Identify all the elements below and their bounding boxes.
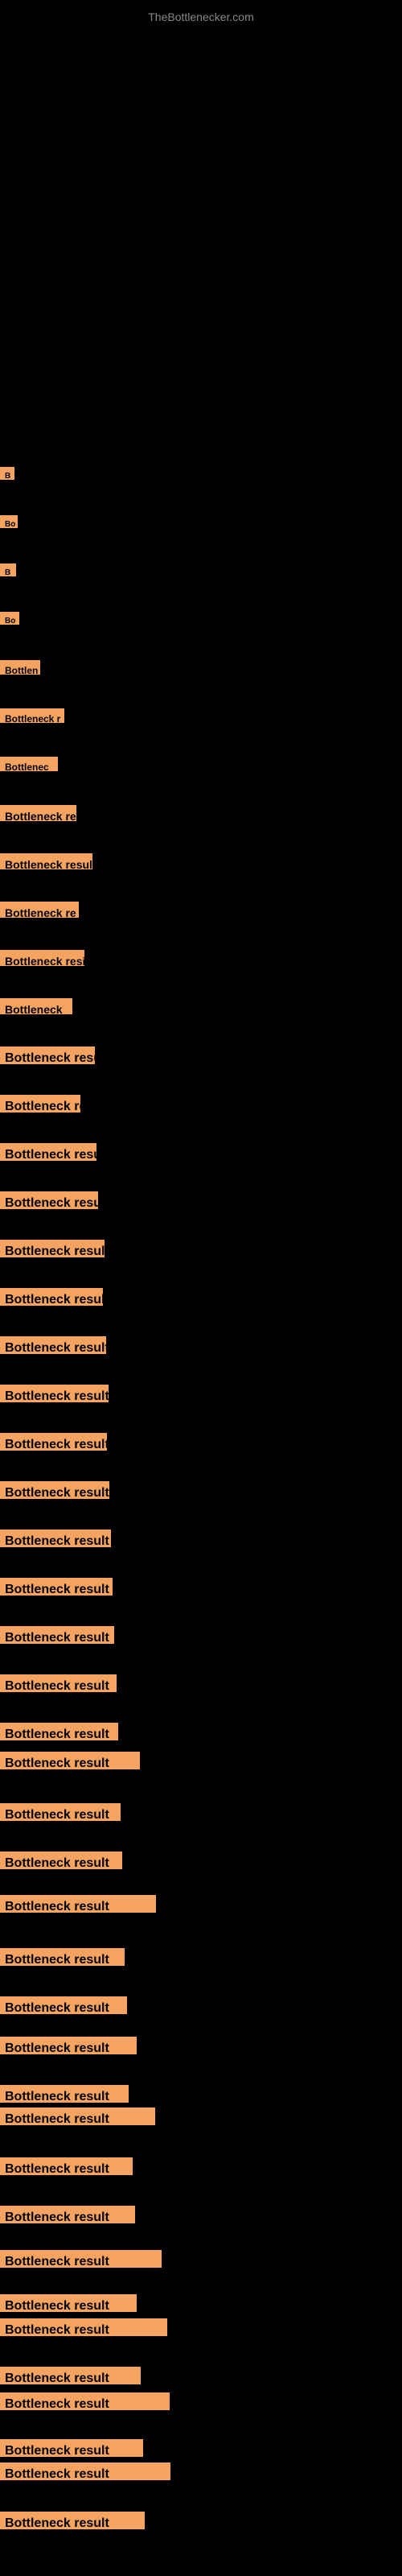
bar-item: Bottleneck result — [0, 1803, 121, 1821]
bar-item: Bottleneck resi — [0, 950, 84, 966]
bar-label: Bottleneck result — [0, 1626, 114, 1644]
bar-label: Bottleneck result — [0, 1852, 122, 1869]
bar-item: Bottlenec — [0, 757, 58, 771]
bar-label: Bottleneck result — [0, 2157, 133, 2175]
bar-label: Bottlenec — [0, 757, 58, 771]
bar-item: Bottleneck r — [0, 708, 64, 723]
bar-item: Bottleneck result — [0, 2085, 129, 2103]
bar-label: Bottleneck result — [0, 2462, 170, 2480]
bar-label: Bottleneck result — [0, 1996, 127, 2014]
bar-item: Bottleneck result — [0, 2250, 162, 2268]
bar-item: Bottleneck result — [0, 1852, 122, 1869]
bar-label: Bottleneck result — [0, 1433, 107, 1451]
bar-item: Bottleneck result — [0, 1385, 109, 1402]
bar-label: B — [0, 467, 14, 480]
bar-item: Bottleneck result — [0, 1481, 109, 1499]
bar-item: Bottleneck result — [0, 2512, 145, 2529]
bar-label: Bottleneck result — [0, 1803, 121, 1821]
bar-item: Bo — [0, 515, 18, 528]
bar-label: Bottleneck result — [0, 1191, 98, 1209]
bar-item: Bottleneck result — [0, 1433, 107, 1451]
bar-label: Bottleneck result — [0, 1481, 109, 1499]
bar-label: Bottleneck result — [0, 2367, 141, 2384]
bar-label: Bottleneck result — [0, 1288, 103, 1306]
bar-label: Bottleneck result — [0, 1752, 140, 1769]
bar-item: Bottleneck result — [0, 1895, 156, 1913]
bar-label: Bottleneck result — [0, 2085, 129, 2103]
bar-label: Bottleneck result — [0, 2206, 135, 2223]
bar-label: Bottleneck result — [0, 2439, 143, 2457]
bar-item: Bottleneck result — [0, 2206, 135, 2223]
bar-item: Bottleneck result — [0, 1578, 113, 1596]
bar-label: Bo — [0, 515, 18, 528]
bar-item: Bottleneck resul — [0, 853, 92, 869]
bar-item: Bottleneck — [0, 998, 72, 1014]
bar-item: Bottleneck result — [0, 1336, 106, 1354]
bar-label: Bottleneck result — [0, 1674, 117, 1692]
bar-item: Bottleneck result — [0, 1143, 96, 1161]
bar-item: Bottlen — [0, 660, 40, 675]
bar-item: Bottleneck result — [0, 1288, 103, 1306]
bar-item: B — [0, 467, 14, 480]
bar-item: B — [0, 564, 16, 576]
bar-label: Bottleneck result — [0, 1046, 95, 1064]
bar-item: Bottleneck result — [0, 2318, 167, 2336]
bar-label: Bottleneck res — [0, 1095, 80, 1113]
bar-label: Bottleneck result — [0, 1895, 156, 1913]
bar-label: Bottleneck result — [0, 1723, 118, 1740]
bar-label: Bottleneck result — [0, 1240, 105, 1257]
bar-label: Bottleneck resul — [0, 853, 92, 869]
bar-label: Bottleneck result — [0, 1948, 125, 1966]
bar-label: Bottleneck result — [0, 2250, 162, 2268]
bar-item: Bo — [0, 612, 19, 625]
bar-label: Bottleneck resi — [0, 950, 84, 966]
bar-item: Bottleneck result — [0, 2462, 170, 2480]
bar-item: Bottleneck result — [0, 2157, 133, 2175]
bar-item: Bottleneck re — [0, 805, 76, 821]
bar-label: Bottleneck — [0, 998, 72, 1014]
bar-item: Bottleneck result — [0, 1723, 118, 1740]
bar-label: Bottleneck result — [0, 2512, 145, 2529]
bar-item: Bottleneck re — [0, 902, 79, 918]
bar-label: B — [0, 564, 16, 576]
bar-item: Bottleneck result — [0, 2037, 137, 2054]
bar-item: Bottleneck result — [0, 2107, 155, 2125]
bar-item: Bottleneck result — [0, 1626, 114, 1644]
bar-item: Bottleneck result — [0, 1948, 125, 1966]
bar-label: Bottleneck result — [0, 2392, 170, 2410]
bar-label: Bottleneck re — [0, 805, 76, 821]
site-title: TheBottlenecker.com — [0, 4, 402, 30]
bar-item: Bottleneck res — [0, 1095, 80, 1113]
bar-label: Bottlen — [0, 660, 40, 675]
bar-item: Bottleneck result — [0, 2367, 141, 2384]
bar-label: Bottleneck result — [0, 2318, 167, 2336]
bar-label: Bottleneck result — [0, 2037, 137, 2054]
bar-item: Bottleneck result — [0, 1240, 105, 1257]
bar-label: Bottleneck result — [0, 2294, 137, 2312]
bar-item: Bottleneck result — [0, 2439, 143, 2457]
bar-item: Bottleneck result — [0, 1046, 95, 1064]
bar-label: Bottleneck result — [0, 1385, 109, 1402]
bar-item: Bottleneck result — [0, 2294, 137, 2312]
bar-item: Bottleneck result — [0, 1996, 127, 2014]
bar-item: Bottleneck result — [0, 2392, 170, 2410]
bar-label: Bottleneck re — [0, 902, 79, 918]
bar-label: Bo — [0, 612, 19, 625]
bar-label: Bottleneck result — [0, 1578, 113, 1596]
bar-label: Bottleneck result — [0, 1143, 96, 1161]
bar-item: Bottleneck result — [0, 1191, 98, 1209]
bar-label: Bottleneck result — [0, 1530, 111, 1547]
bar-item: Bottleneck result — [0, 1752, 140, 1769]
bar-item: Bottleneck result — [0, 1674, 117, 1692]
bar-item: Bottleneck result — [0, 1530, 111, 1547]
bar-label: Bottleneck result — [0, 1336, 106, 1354]
bar-label: Bottleneck result — [0, 2107, 155, 2125]
bar-label: Bottleneck r — [0, 708, 64, 723]
